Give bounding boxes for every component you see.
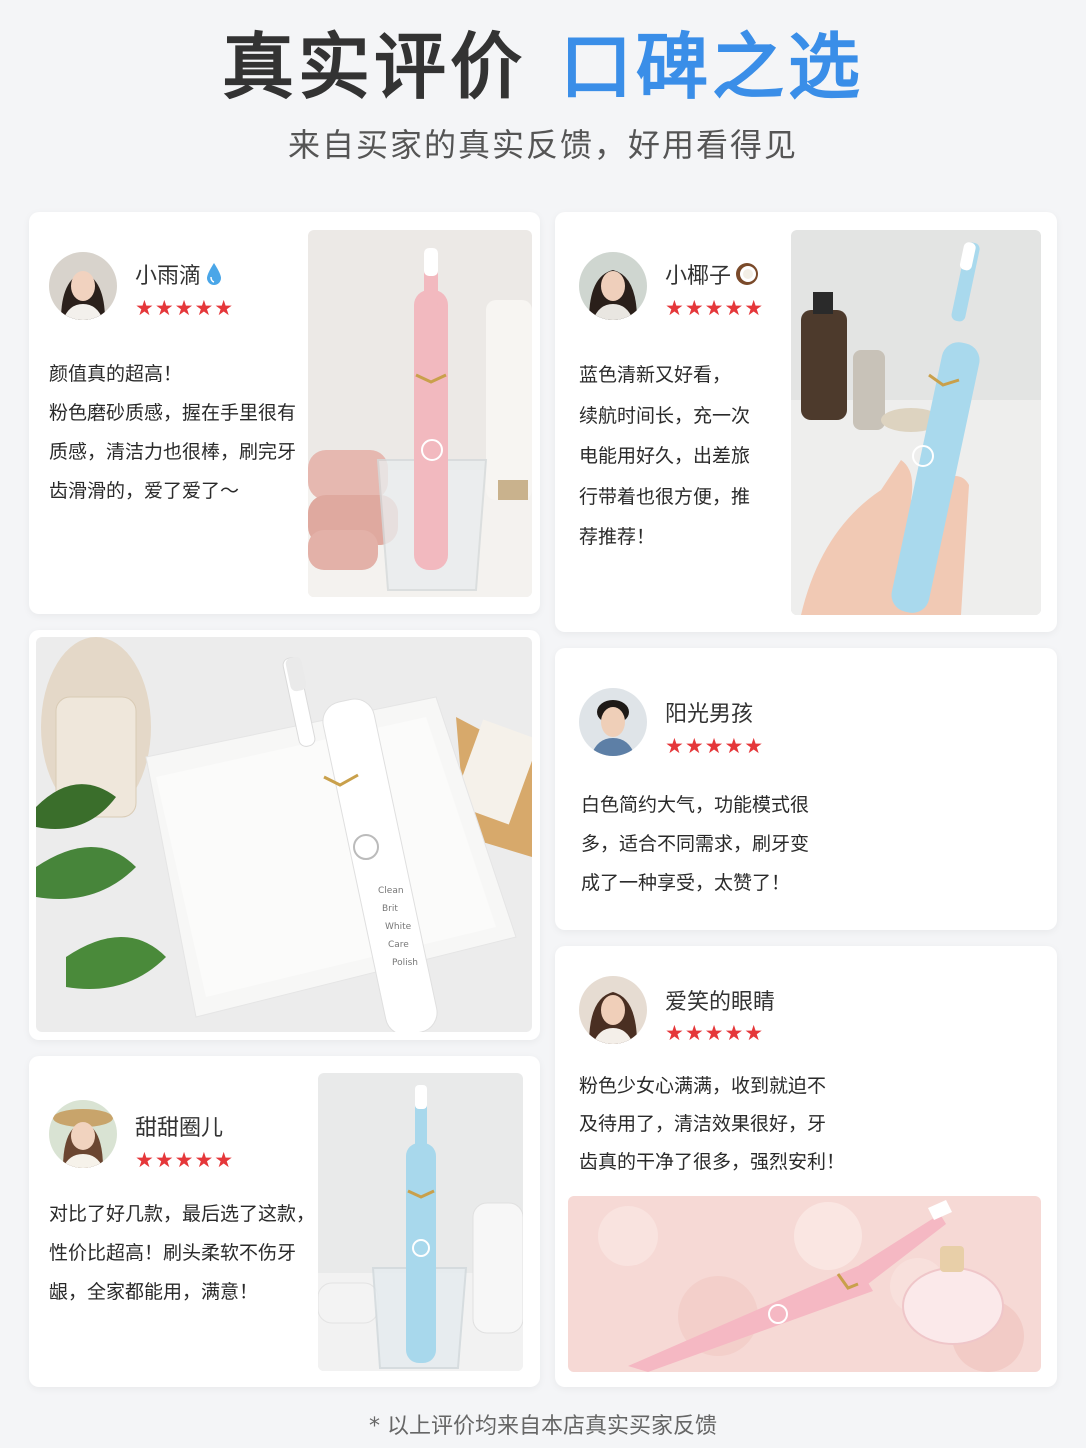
reviewer-name: 甜甜圈儿 (135, 1116, 224, 1141)
avatar (579, 976, 647, 1044)
footnote: * 以上评价均来自本店真实买家反馈 (369, 1414, 717, 1439)
avatar (579, 252, 647, 320)
review-text: 蓝色清新又好看， 续航时间长，充一次 电能用好久，出差旅 行带着也很方便，推 荐… (579, 364, 751, 548)
brush-label: White (385, 922, 412, 932)
star-rating: ★★★★★ (135, 1148, 235, 1172)
review-card-5: 甜甜圈儿 ★★★★★ 对比了好几款，最后选了这款， 性价比超高！刷头柔软不伤牙 … (29, 1056, 540, 1387)
reviewer-name: 小椰子 (665, 258, 759, 292)
title-part-1: 真实评价 (221, 25, 526, 109)
review-text: 白色简约大气，功能模式很 多，适合不同需求，刷牙变 成了一种享受，太赞了！ (581, 794, 810, 894)
brush-label: Care (388, 940, 409, 950)
product-photo (568, 1196, 1041, 1372)
product-photo (791, 230, 1041, 615)
review-text: 对比了好几款，最后选了这款， 性价比超高！刷头柔软不伤牙 龈，全家都能用，满意！ (49, 1203, 316, 1303)
product-photo (308, 230, 532, 597)
water-drop-icon (205, 262, 223, 292)
reviewer-name: 小雨滴 (135, 258, 223, 292)
page-title: 真实评价 口碑之选 (0, 22, 1086, 112)
review-card-1: 小雨滴 ★★★★★ 颜值真的超高！ 粉色磨砂质感，握在手里很有 质感，清洁力也很… (29, 212, 540, 614)
review-text: 粉色少女心满满，收到就迫不 及待用了，清洁效果很好，牙 齿真的干净了很多，强烈安… (579, 1075, 846, 1173)
avatar (49, 252, 117, 320)
product-photo: Clean Brit White Care Polish (36, 637, 532, 1032)
page-subtitle: 来自买家的真实反馈，好用看得见 (287, 126, 798, 164)
brush-label: Clean (378, 886, 404, 896)
reviewer-name: 爱笑的眼睛 (665, 990, 776, 1015)
brush-label: Brit (382, 904, 398, 914)
star-rating: ★★★★★ (135, 296, 235, 320)
star-rating: ★★★★★ (665, 734, 765, 758)
avatar (579, 688, 647, 756)
review-card-2: 小椰子 ★★★★★ 蓝色清新又好看， 续航时间长，充一次 电能用好久，出差旅 行… (555, 212, 1057, 632)
star-rating: ★★★★★ (665, 296, 765, 320)
avatar (49, 1100, 117, 1168)
middle-photo-card: Clean Brit White Care Polish (29, 630, 540, 1040)
coconut-icon (735, 262, 759, 292)
brush-label: Polish (392, 958, 418, 968)
review-text: 颜值真的超高！ 粉色磨砂质感，握在手里很有 质感，清洁力也很棒，刷完牙 齿滑滑的… (49, 363, 297, 502)
product-photo (318, 1073, 523, 1371)
reviewer-name: 阳光男孩 (665, 702, 754, 727)
review-card-4: 爱笑的眼睛 ★★★★★ 粉色少女心满满，收到就迫不 及待用了，清洁效果很好，牙 … (555, 946, 1057, 1387)
star-rating: ★★★★★ (665, 1021, 765, 1045)
title-part-2: 口碑之选 (560, 25, 865, 109)
review-card-3: 阳光男孩 ★★★★★ 白色简约大气，功能模式很 多，适合不同需求，刷牙变 成了一… (555, 648, 1057, 930)
